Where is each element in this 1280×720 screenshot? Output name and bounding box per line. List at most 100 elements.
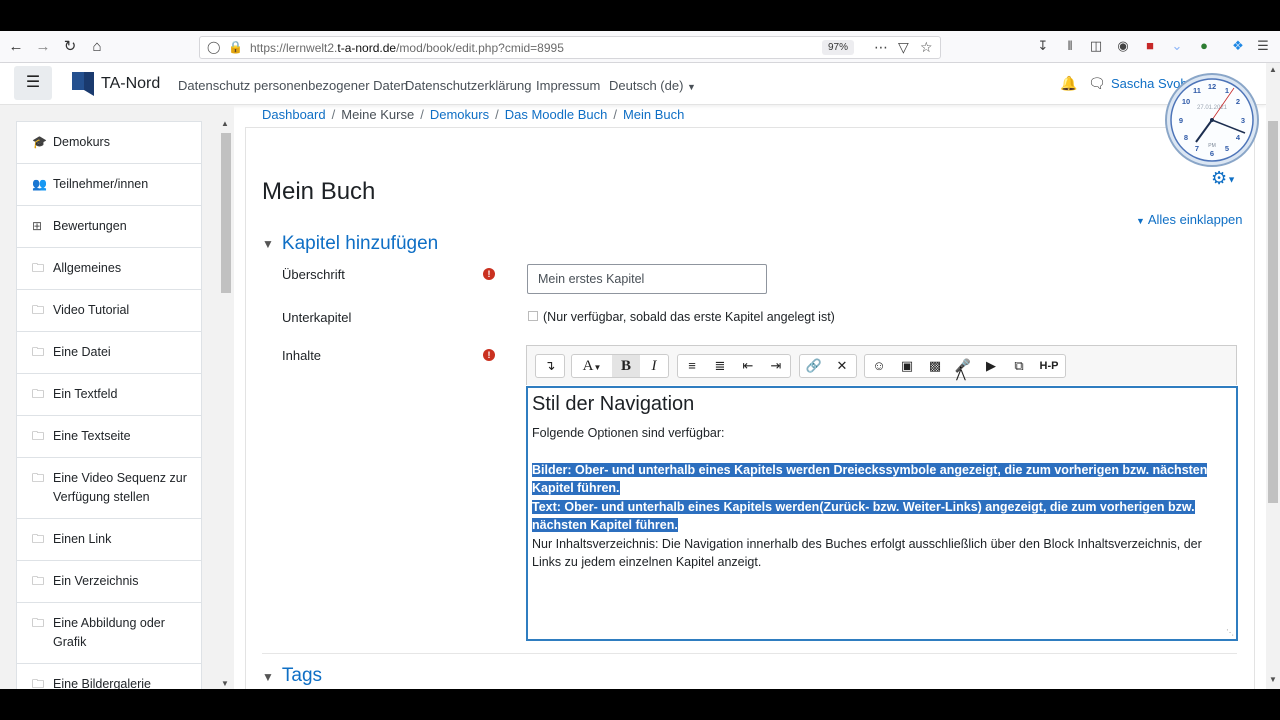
addon-red-icon[interactable]: ■ bbox=[1141, 38, 1159, 53]
lock-icon[interactable]: 🔒 bbox=[228, 40, 243, 54]
drawer-scroll-thumb[interactable] bbox=[221, 133, 231, 293]
record-video-icon[interactable]: ▶ bbox=[977, 355, 1005, 377]
more-icon[interactable]: ⋯ bbox=[874, 39, 888, 56]
notification-bell-icon[interactable]: 🔔 bbox=[1060, 75, 1077, 92]
indent-icon[interactable]: ⇥ bbox=[762, 355, 790, 377]
editor-content-area[interactable]: Stil der Navigation Folgende Optionen si… bbox=[526, 386, 1238, 641]
screen: ← → ↻ ⌂ ◯ 🔒 https://lernwelt2.t-a-nord.d… bbox=[0, 31, 1280, 689]
unlink-icon[interactable]: ✕ bbox=[828, 355, 856, 377]
toolbar-group-style: A▼ B I bbox=[571, 354, 669, 378]
drawer-item[interactable]: 🗀 Video Tutorial bbox=[16, 289, 202, 331]
drawer-item[interactable]: 🗀 Eine Textseite bbox=[16, 415, 202, 457]
drawer-item-label: Ein Verzeichnis bbox=[53, 574, 139, 588]
star-icon[interactable]: ☆ bbox=[920, 39, 933, 56]
drawer-item[interactable]: 🗀 Allgemeines bbox=[16, 247, 202, 289]
messages-icon[interactable]: 🗨 bbox=[1088, 75, 1106, 92]
drawer-item-label: Einen Link bbox=[53, 532, 112, 546]
svg-text:5: 5 bbox=[1225, 144, 1229, 153]
sidebar-icon[interactable]: ◫ bbox=[1087, 38, 1105, 54]
drawer-toggle-button[interactable]: ☰ bbox=[14, 66, 52, 100]
resize-grip-icon[interactable]: ⋱ bbox=[1226, 628, 1234, 637]
nav-link-datenschutzerklaerung[interactable]: Datenschutzerklärung bbox=[405, 78, 531, 93]
drawer-item-label: Bewertungen bbox=[53, 219, 127, 233]
drawer-item[interactable]: 🗀 Eine Bildergalerie bbox=[16, 663, 202, 689]
library-icon[interactable]: ‖ bbox=[1061, 38, 1079, 53]
drawer-item[interactable]: 🗀 Eine Abbildung oder Grafik bbox=[16, 602, 202, 663]
breadcrumb-dashboard[interactable]: Dashboard bbox=[262, 107, 326, 122]
site-name[interactable]: TA-Nord bbox=[101, 75, 160, 93]
drawer-item[interactable]: ⊞ Bewertungen bbox=[16, 205, 202, 247]
ordered-list-icon[interactable]: ≣ bbox=[706, 355, 734, 377]
outdent-icon[interactable]: ⇤ bbox=[734, 355, 762, 377]
paragraph-style-icon[interactable]: A▼ bbox=[572, 355, 612, 377]
scroll-up-icon[interactable]: ▲ bbox=[221, 119, 229, 128]
svg-text:11: 11 bbox=[1193, 86, 1201, 95]
settings-gear-icon[interactable]: ⚙▼ bbox=[1211, 168, 1236, 189]
scroll-down-icon[interactable]: ▼ bbox=[221, 679, 229, 688]
media-icon[interactable]: ▩ bbox=[921, 355, 949, 377]
drawer-item-label: Allgemeines bbox=[53, 261, 122, 275]
section-tags[interactable]: ▼ Tags bbox=[262, 665, 322, 687]
page-scrollbar[interactable]: ▲ ▼ bbox=[1266, 63, 1280, 689]
breadcrumb-mein-buch[interactable]: Mein Buch bbox=[623, 107, 684, 122]
forward-icon[interactable]: → bbox=[32, 36, 54, 58]
site-logo-icon[interactable] bbox=[72, 72, 94, 96]
folder-icon: 🗀 bbox=[32, 387, 45, 401]
unordered-list-icon[interactable]: ≡ bbox=[678, 355, 706, 377]
breadcrumb-demokurs[interactable]: Demokurs bbox=[430, 107, 489, 122]
folder-icon: 🗀 bbox=[32, 677, 45, 689]
show-more-buttons-icon[interactable]: ↴ bbox=[536, 355, 564, 377]
drawer-item[interactable]: 🗀 Ein Textfeld bbox=[16, 373, 202, 415]
selected-text-bilder: Bilder: Ober- und unterhalb eines Kapite… bbox=[532, 462, 1208, 495]
drawer-item[interactable]: 👥 Teilnehmer/innen bbox=[16, 163, 202, 205]
bold-icon[interactable]: B bbox=[612, 355, 640, 377]
collapse-all-link[interactable]: ▼ Alles einklappen bbox=[1136, 212, 1243, 227]
drawer-item[interactable]: 🗀 Ein Verzeichnis bbox=[16, 560, 202, 602]
section-kapitel-hinzufuegen[interactable]: ▼ Kapitel hinzufügen bbox=[262, 233, 438, 255]
drawer-item[interactable]: 🎓 Demokurs bbox=[16, 121, 202, 163]
folder-icon: 🗀 bbox=[32, 532, 45, 546]
drawer-item[interactable]: 🗀 Eine Video Sequenz zur Verfügung stelle… bbox=[16, 457, 202, 518]
h5p-icon[interactable]: H-P bbox=[1033, 355, 1065, 377]
drawer-item-label: Eine Abbildung oder Grafik bbox=[53, 616, 165, 649]
emoji-icon[interactable]: ☺ bbox=[865, 355, 893, 377]
image-icon[interactable]: ▣ bbox=[893, 355, 921, 377]
drawer-item[interactable]: 🗀 Eine Datei bbox=[16, 331, 202, 373]
back-icon[interactable]: ← bbox=[5, 36, 27, 58]
link-icon[interactable]: 🔗 bbox=[800, 355, 828, 377]
svg-text:7: 7 bbox=[1195, 144, 1199, 153]
subchapter-checkbox[interactable] bbox=[528, 311, 538, 321]
heading-input[interactable] bbox=[527, 264, 767, 294]
drawer-item[interactable]: 🗀 Einen Link bbox=[16, 518, 202, 560]
manage-files-icon[interactable]: ⧉ bbox=[1005, 355, 1033, 377]
scroll-down-icon[interactable]: ▼ bbox=[1269, 675, 1277, 684]
pocket-icon[interactable]: ▽ bbox=[898, 39, 909, 56]
zoom-badge[interactable]: 97% bbox=[822, 40, 854, 55]
editor-toolbar: ↴ A▼ B I ≡ ≣ ⇤ ⇥ 🔗 ✕ ☺ ▣ ▩ 🎤 ▶ ⧉ H-P bbox=[526, 345, 1237, 385]
folder-icon: 🗀 bbox=[32, 616, 45, 630]
subchapter-note: (Nur verfügbar, sobald das erste Kapitel… bbox=[543, 310, 835, 324]
page-scroll-thumb[interactable] bbox=[1268, 121, 1278, 503]
menu-icon[interactable]: ☰ bbox=[1254, 38, 1272, 54]
svg-text:10: 10 bbox=[1182, 97, 1190, 106]
shield-icon[interactable]: ◯ bbox=[207, 40, 220, 54]
caret-down-icon: ▼ bbox=[262, 670, 274, 684]
toolbar-group-collapse: ↴ bbox=[535, 354, 565, 378]
breadcrumb-moodle-buch[interactable]: Das Moodle Buch bbox=[505, 107, 608, 122]
nav-link-datenschutz[interactable]: Datenschutz personenbezogener Daten bbox=[178, 78, 408, 93]
download-icon[interactable]: ↧ bbox=[1034, 38, 1052, 54]
scroll-up-icon[interactable]: ▲ bbox=[1269, 65, 1277, 74]
nav-link-impressum[interactable]: Impressum bbox=[536, 78, 600, 93]
clock-numeral: 12 bbox=[1208, 82, 1216, 91]
account-icon[interactable]: ◉ bbox=[1114, 38, 1132, 54]
home-icon[interactable]: ⌂ bbox=[86, 36, 108, 58]
addon-chevron-icon[interactable]: ⌄ bbox=[1168, 38, 1186, 54]
drawer-scrollbar[interactable]: ▲ ▼ bbox=[219, 119, 233, 689]
language-menu[interactable]: Deutsch (de) ▼ bbox=[609, 78, 696, 93]
svg-text:6: 6 bbox=[1210, 149, 1214, 158]
extensions-icon[interactable]: ❖ bbox=[1229, 38, 1247, 54]
italic-icon[interactable]: I bbox=[640, 355, 668, 377]
reload-icon[interactable]: ↻ bbox=[59, 36, 81, 58]
addon-green-icon[interactable]: ● bbox=[1195, 38, 1213, 53]
url-bar[interactable]: ◯ 🔒 https://lernwelt2.t-a-nord.de/mod/bo… bbox=[199, 36, 941, 59]
